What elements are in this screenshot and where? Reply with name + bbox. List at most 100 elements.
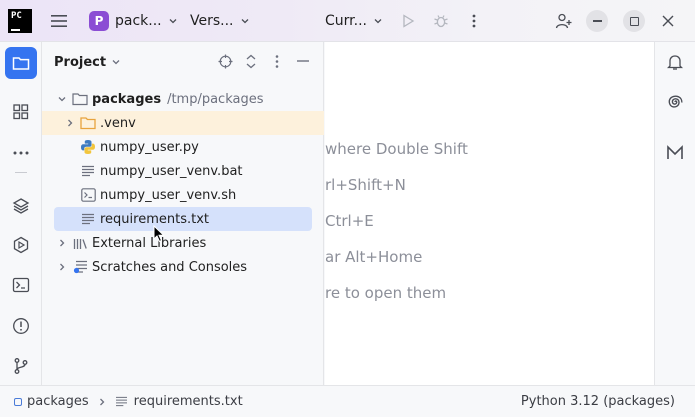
tree-label: numpy_user_venv.bat	[100, 163, 243, 179]
more-tools-button[interactable]	[5, 137, 37, 169]
tree-path: /tmp/packages	[167, 91, 264, 107]
title-bar: PC P pack... Vers... Curr...	[0, 0, 695, 42]
editor-empty-state: where Double Shift rl+Shift+N Ctrl+E ar …	[325, 42, 654, 385]
expand-collapse-button[interactable]	[243, 53, 259, 69]
services-icon	[13, 236, 29, 254]
hint-drop-files: re to open them	[325, 284, 447, 302]
minimize-button[interactable]	[586, 0, 608, 42]
folder-icon	[80, 115, 96, 131]
status-bar: packages requirements.txt Python 3.12 (p…	[0, 385, 695, 417]
problems-tool-button[interactable]	[5, 310, 37, 342]
chevron-right-icon[interactable]	[56, 237, 68, 249]
project-selector[interactable]: P pack...	[89, 0, 178, 42]
interpreter-selector[interactable]: Python 3.12 (packages)	[521, 386, 675, 417]
bell-icon	[667, 55, 683, 70]
main-menu-button[interactable]	[50, 0, 70, 42]
structure-tool-button[interactable]	[5, 96, 37, 128]
ai-assistant-button[interactable]	[663, 90, 687, 114]
chevron-right-icon[interactable]	[64, 117, 76, 129]
tree-node-venv[interactable]: .venv	[42, 111, 324, 135]
left-tool-strip	[0, 42, 42, 385]
chevron-down-icon	[374, 19, 382, 24]
breadcrumb-file[interactable]: requirements.txt	[134, 394, 243, 409]
tree-label: .venv	[100, 115, 136, 131]
code-with-me-button[interactable]	[555, 0, 573, 42]
terminal-tool-button[interactable]	[5, 269, 37, 301]
hamburger-icon	[51, 15, 67, 27]
folder-icon	[12, 57, 30, 70]
hint-go-to-file: rl+Shift+N	[325, 176, 406, 194]
tree-label: Scratches and Consoles	[92, 259, 248, 275]
scratches-icon	[72, 259, 88, 275]
tree-node-numpy-user-py[interactable]: numpy_user.py	[42, 135, 324, 159]
interpreter-label: Python 3.12 (packages)	[520, 394, 675, 409]
markdown-button[interactable]	[663, 141, 687, 165]
options-button[interactable]	[269, 53, 285, 69]
more-actions-button[interactable]	[472, 0, 476, 42]
structure-icon	[13, 104, 29, 120]
chevron-right-icon	[99, 398, 105, 405]
hint-search-everywhere: where Double Shift	[325, 140, 468, 158]
python-file-icon	[80, 139, 96, 155]
maximize-button[interactable]	[623, 0, 645, 42]
text-file-icon	[80, 163, 96, 179]
chevron-down-icon	[241, 19, 248, 24]
ide-logo-text: PC	[11, 11, 22, 21]
tree-node-numpy-user-venv-bat[interactable]: numpy_user_venv.bat	[42, 159, 324, 183]
maximize-icon	[623, 10, 645, 32]
breadcrumb: packages requirements.txt	[14, 386, 243, 417]
hint-navigation-bar: ar Alt+Home	[325, 248, 423, 266]
text-file-icon	[80, 211, 96, 227]
kebab-icon	[275, 54, 279, 68]
add-user-icon	[555, 13, 572, 29]
tree-node-requirements-txt[interactable]: requirements.txt	[54, 207, 312, 231]
project-panel: Project packages /tmp/packages .venv num…	[42, 42, 324, 385]
git-tool-button[interactable]	[5, 350, 37, 382]
chevron-down-icon	[169, 19, 177, 24]
expand-collapse-icon	[246, 54, 256, 68]
project-view-selector[interactable]: Project	[54, 52, 121, 72]
locate-file-button[interactable]	[217, 53, 233, 69]
chevron-down-icon[interactable]	[56, 93, 68, 105]
terminal-icon	[12, 277, 30, 293]
project-tool-button[interactable]	[5, 47, 37, 79]
notifications-button[interactable]	[663, 50, 687, 74]
problems-icon	[13, 318, 29, 334]
run-config-selector[interactable]: Curr...	[325, 0, 383, 42]
chevron-down-icon	[112, 60, 120, 65]
hint-recent-files: Ctrl+E	[325, 212, 374, 230]
folder-icon	[72, 91, 88, 107]
tree-node-scratches[interactable]: Scratches and Consoles	[42, 255, 324, 279]
hide-panel-button[interactable]	[295, 53, 311, 69]
close-button[interactable]	[662, 0, 674, 42]
git-branch-icon	[14, 358, 28, 374]
tree-node-numpy-user-venv-sh[interactable]: numpy_user_venv.sh	[42, 183, 324, 207]
debug-button[interactable]	[433, 0, 449, 42]
tree-node-packages[interactable]: packages /tmp/packages	[42, 87, 324, 111]
library-icon	[72, 235, 88, 251]
crosshair-icon	[218, 54, 232, 68]
chevron-right-icon[interactable]	[56, 261, 68, 273]
bug-icon	[434, 15, 448, 28]
run-config-label: Curr...	[325, 13, 367, 29]
module-icon	[14, 397, 22, 406]
vcs-selector[interactable]: Vers...	[190, 0, 250, 42]
m-logo-icon	[667, 145, 683, 159]
tree-label: numpy_user.py	[100, 139, 199, 155]
close-icon	[662, 15, 674, 27]
vcs-label: Vers...	[190, 13, 234, 29]
play-icon	[403, 14, 415, 28]
breadcrumb-project[interactable]: packages	[27, 394, 89, 409]
mouse-cursor-icon	[153, 225, 165, 243]
minimize-icon	[297, 60, 309, 62]
tree-label: External Libraries	[92, 235, 207, 251]
pycharm-logo-icon[interactable]: PC	[8, 9, 32, 33]
project-badge: P	[89, 11, 109, 31]
kebab-icon	[472, 14, 476, 28]
layers-icon	[12, 198, 30, 214]
tree-label: numpy_user_venv.sh	[100, 187, 237, 203]
run-button[interactable]	[400, 0, 416, 42]
tree-node-external-libraries[interactable]: External Libraries	[42, 231, 324, 255]
python-packages-button[interactable]	[5, 190, 37, 222]
services-tool-button[interactable]	[5, 229, 37, 261]
